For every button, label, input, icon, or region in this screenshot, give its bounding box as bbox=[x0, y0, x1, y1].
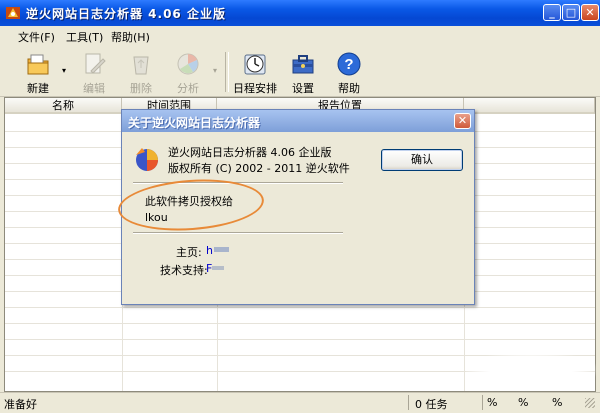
help-glyph: ? bbox=[344, 56, 353, 73]
support-link-obscured bbox=[212, 266, 224, 270]
about-dialog-title-bar[interactable]: 关于逆火网站日志分析器 bbox=[122, 110, 474, 132]
about-dialog-title: 关于逆火网站日志分析器 bbox=[128, 116, 261, 130]
app-icon bbox=[6, 7, 20, 19]
edit-label: 编辑 bbox=[83, 82, 105, 95]
status-separator bbox=[482, 395, 483, 410]
settings-toolbox-icon bbox=[292, 55, 314, 74]
new-label: 新建 bbox=[27, 82, 49, 95]
status-separator bbox=[408, 395, 409, 410]
clock-icon bbox=[244, 54, 266, 75]
analyze-label: 分析 bbox=[177, 82, 199, 95]
edit-icon bbox=[85, 53, 106, 74]
edit-button[interactable]: 编辑 bbox=[72, 49, 116, 95]
maximize-button[interactable]: □ bbox=[562, 4, 580, 21]
help-label: 帮助 bbox=[338, 82, 360, 95]
delete-button[interactable]: 删除 bbox=[119, 49, 163, 95]
maximize-icon: □ bbox=[565, 6, 577, 19]
about-dialog-close-button[interactable]: ✕ bbox=[454, 113, 471, 129]
status-percent-1: % bbox=[487, 396, 498, 409]
about-copyright: 版权所有 (C) 2002 - 2011 逆火软件 bbox=[168, 162, 350, 175]
new-button[interactable]: 新建 bbox=[16, 49, 60, 95]
homepage-link-obscured bbox=[214, 247, 229, 252]
status-bar bbox=[0, 392, 600, 413]
status-tasks: 0 任务 bbox=[415, 398, 448, 411]
schedule-button[interactable]: 日程安排 bbox=[232, 49, 278, 95]
settings-button[interactable]: 设置 bbox=[281, 49, 325, 95]
close-button[interactable]: ✕ bbox=[581, 4, 599, 21]
settings-label: 设置 bbox=[292, 82, 314, 95]
ok-button[interactable]: 确认 bbox=[381, 149, 463, 171]
close-icon: ✕ bbox=[585, 6, 595, 19]
status-percent-3: % bbox=[552, 396, 563, 409]
grid-row-line bbox=[5, 339, 595, 340]
column-header-name[interactable]: 名称 bbox=[5, 98, 122, 114]
status-percent-2: % bbox=[518, 396, 529, 409]
delete-label: 删除 bbox=[130, 82, 152, 95]
menu-file[interactable]: 文件(F) bbox=[18, 29, 55, 45]
new-dropdown-icon[interactable]: ▾ bbox=[62, 66, 66, 75]
resize-grip[interactable] bbox=[585, 398, 595, 408]
column-header-empty bbox=[464, 98, 595, 114]
help-icon: ? bbox=[337, 52, 361, 76]
recycle-bin-icon bbox=[133, 56, 149, 75]
grid-row-line bbox=[5, 307, 595, 308]
pie-chart-icon bbox=[177, 53, 199, 75]
support-label: 技术支持: bbox=[160, 264, 208, 277]
new-folder-icon bbox=[27, 54, 49, 75]
close-icon: ✕ bbox=[457, 114, 468, 127]
about-divider bbox=[133, 232, 343, 234]
title-bar[interactable]: 逆火网站日志分析器 4.06 企业版 bbox=[0, 0, 600, 26]
schedule-label: 日程安排 bbox=[233, 82, 277, 95]
analyze-button[interactable]: 分析 bbox=[166, 49, 210, 95]
window-title: 逆火网站日志分析器 4.06 企业版 bbox=[26, 7, 226, 21]
menu-help[interactable]: 帮助(H) bbox=[111, 29, 150, 45]
watermark-smudge bbox=[466, 352, 596, 388]
help-button[interactable]: ? 帮助 bbox=[327, 49, 371, 95]
about-product-name: 逆火网站日志分析器 4.06 企业版 bbox=[168, 146, 332, 159]
product-logo-icon bbox=[136, 148, 158, 171]
homepage-link[interactable]: h bbox=[206, 244, 213, 257]
status-ready: 准备好 bbox=[4, 398, 37, 411]
analyze-dropdown-icon[interactable]: ▾ bbox=[213, 66, 217, 75]
minimize-icon: _ bbox=[549, 6, 555, 19]
homepage-label: 主页: bbox=[176, 246, 202, 259]
menu-tools[interactable]: 工具(T) bbox=[66, 29, 103, 45]
grid-row-line bbox=[5, 323, 595, 324]
minimize-button[interactable]: _ bbox=[543, 4, 561, 21]
toolbar-separator bbox=[225, 52, 229, 92]
